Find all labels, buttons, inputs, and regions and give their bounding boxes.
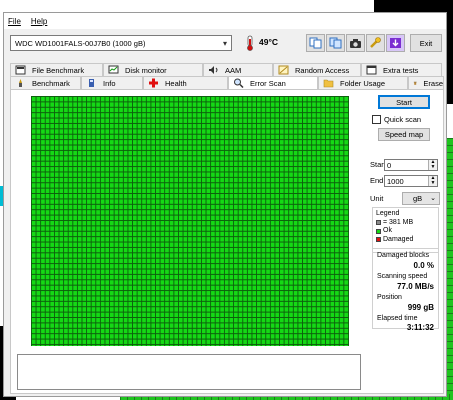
info-icon <box>89 79 94 87</box>
folder-icon <box>323 79 334 88</box>
thermometer-icon <box>247 35 253 51</box>
copy-image-button[interactable] <box>326 34 345 52</box>
tab-erase[interactable]: Erase <box>408 76 444 89</box>
quick-scan-option[interactable]: Quick scan <box>372 115 421 124</box>
legend-item-ok: Ok <box>376 227 435 236</box>
wrench-icon <box>370 37 381 48</box>
legend-swatch-ok <box>376 228 381 234</box>
legend-damaged-label: Damaged <box>383 235 414 243</box>
tab-label: Error Scan <box>250 78 286 88</box>
tab-label: File Benchmark <box>32 65 85 75</box>
tab-random-access[interactable]: Random Access <box>273 63 361 76</box>
menu-help[interactable]: Help <box>31 17 47 26</box>
extra-tests-icon <box>366 65 377 75</box>
chevron-down-icon: ▾ <box>222 39 227 48</box>
copy-icon <box>309 37 322 49</box>
scanning-speed-value: 77.0 MB/s <box>397 282 434 291</box>
tab-folder-usage[interactable]: Folder Usage <box>318 76 408 89</box>
copy-text-button[interactable] <box>306 34 325 52</box>
unit-select-value: gB <box>413 194 423 203</box>
download-arrow-icon <box>390 38 401 48</box>
tab-health[interactable]: Health <box>143 76 228 89</box>
benchmark-icon <box>19 79 22 87</box>
tab-info[interactable]: Info <box>81 76 143 89</box>
speed-map-button[interactable]: Speed map <box>378 128 430 141</box>
tab-file-benchmark[interactable]: File Benchmark <box>10 63 103 76</box>
position-value: 999 gB <box>407 303 434 312</box>
drive-select[interactable]: WDC WD1001FALS-00J7B0 (1000 gB) ▾ <box>10 35 232 51</box>
health-cross-icon <box>149 78 158 88</box>
magnifier-icon <box>234 78 244 88</box>
camera-icon <box>350 38 361 48</box>
start-button[interactable]: Start <box>378 95 430 109</box>
legend-box: Legend = 381 MB Ok Damaged <box>372 207 439 253</box>
elapsed-time-label: Elapsed time <box>377 315 418 322</box>
toolbar: WDC WD1001FALS-00J7B0 (1000 gB) ▾ 49°C E… <box>4 33 446 55</box>
legend-item-damaged: Damaged <box>376 236 435 245</box>
quick-scan-checkbox[interactable] <box>372 115 381 124</box>
scan-log[interactable] <box>17 354 361 390</box>
speaker-icon <box>209 66 218 74</box>
options-button[interactable] <box>366 34 385 52</box>
quick-scan-label: Quick scan <box>384 115 422 124</box>
menu-bar: File Help <box>4 13 446 29</box>
tab-label: Benchmark <box>32 78 70 88</box>
spin-arrows-icon[interactable]: ▲ ▼ <box>428 160 437 170</box>
position-label: Position <box>377 294 402 301</box>
tab-benchmark[interactable]: Benchmark <box>10 76 81 89</box>
end-position-input[interactable]: 1000 ▲ ▼ <box>384 175 438 187</box>
damaged-blocks-value: 0.0 % <box>413 261 434 270</box>
scan-block-map <box>31 96 349 346</box>
start-position-value: 0 <box>387 160 392 170</box>
desktop-background <box>447 8 453 104</box>
end-label: End <box>370 176 384 185</box>
copy-image-icon <box>329 37 342 49</box>
tab-label: Folder Usage <box>340 78 386 88</box>
tab-label: Random Access <box>295 65 350 75</box>
legend-swatch-block <box>376 220 381 226</box>
random-access-icon <box>278 65 289 75</box>
drive-select-value: WDC WD1001FALS-00J7B0 (1000 gB) <box>15 38 146 48</box>
temperature-readout: 49°C <box>259 37 278 47</box>
legend-block-label: = 381 MB <box>383 218 414 226</box>
chevron-down-icon: ⌄ <box>430 195 436 202</box>
end-position-value: 1000 <box>387 176 404 186</box>
trash-icon <box>413 81 417 85</box>
tab-row-top: File Benchmark Disk monitor AAM Random A… <box>10 63 442 76</box>
scanning-speed-label: Scanning speed <box>377 273 428 280</box>
spin-arrows-icon[interactable]: ▲ ▼ <box>428 176 437 186</box>
background-window-scan-grid <box>446 138 453 400</box>
tab-disk-monitor[interactable]: Disk monitor <box>103 63 203 76</box>
tab-error-scan[interactable]: Error Scan <box>228 76 318 89</box>
exit-button[interactable]: Exit <box>410 34 442 52</box>
screenshot-button[interactable] <box>346 34 365 52</box>
legend-item-block: = 381 MB <box>376 219 435 228</box>
app-window: File Help WDC WD1001FALS-00J7B0 (1000 gB… <box>3 12 447 397</box>
disk-monitor-icon <box>108 65 119 74</box>
save-button[interactable] <box>386 34 405 52</box>
tab-label: Health <box>165 78 187 88</box>
tab-aam[interactable]: AAM <box>203 63 273 76</box>
menu-file[interactable]: File <box>8 17 21 26</box>
tab-label: Info <box>103 78 116 88</box>
file-benchmark-icon <box>15 65 26 75</box>
unit-label: Unit <box>370 194 384 203</box>
scan-block-cells <box>31 96 349 346</box>
tab-label: AAM <box>225 65 242 75</box>
tab-row-bottom: Benchmark Info Health Error Scan Folder … <box>10 76 444 89</box>
tab-label: Extra tests <box>383 65 419 75</box>
desktop-background <box>374 0 453 12</box>
elapsed-time-value: 3:11:32 <box>406 323 434 332</box>
scan-stats-box: Damaged blocks 0.0 % Scanning speed 77.0… <box>372 248 439 332</box>
error-scan-panel: Start Quick scan Speed map Start 0 ▲ ▼ En… <box>10 89 444 394</box>
unit-select[interactable]: gB ⌄ <box>402 192 440 205</box>
start-position-input[interactable]: 0 ▲ ▼ <box>384 159 438 171</box>
tab-extra-tests[interactable]: Extra tests <box>361 63 442 76</box>
legend-swatch-damaged <box>376 237 381 243</box>
legend-title: Legend <box>376 210 400 217</box>
tab-label: Erase <box>423 78 443 88</box>
tab-label: Disk monitor <box>125 65 167 75</box>
damaged-blocks-label: Damaged blocks <box>377 252 430 259</box>
legend-ok-label: Ok <box>383 227 392 234</box>
